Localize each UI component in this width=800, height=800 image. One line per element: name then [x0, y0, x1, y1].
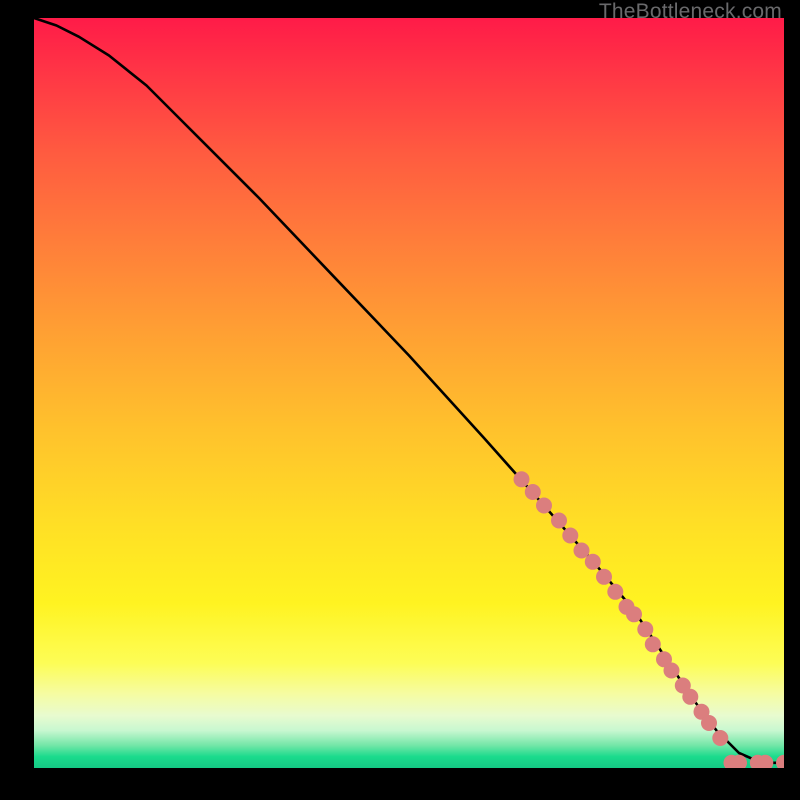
marker-dot	[682, 689, 698, 705]
marker-dots	[514, 471, 785, 768]
marker-dot	[585, 554, 601, 570]
marker-dot	[574, 543, 590, 559]
marker-dot	[607, 584, 623, 600]
chart-stage: TheBottleneck.com	[0, 0, 800, 800]
marker-dot	[514, 471, 530, 487]
marker-dot	[536, 498, 552, 514]
marker-dot	[525, 484, 541, 500]
chart-svg	[34, 18, 784, 768]
marker-dot	[712, 730, 728, 746]
marker-dot	[596, 569, 612, 585]
marker-dot	[664, 663, 680, 679]
curve-line	[34, 18, 784, 763]
marker-dot	[701, 715, 717, 731]
plot-area	[34, 18, 784, 768]
marker-dot	[776, 755, 784, 768]
marker-dot	[645, 636, 661, 652]
marker-dot	[626, 606, 642, 622]
marker-dot	[551, 513, 567, 529]
marker-dot	[637, 621, 653, 637]
marker-dot	[562, 528, 578, 544]
